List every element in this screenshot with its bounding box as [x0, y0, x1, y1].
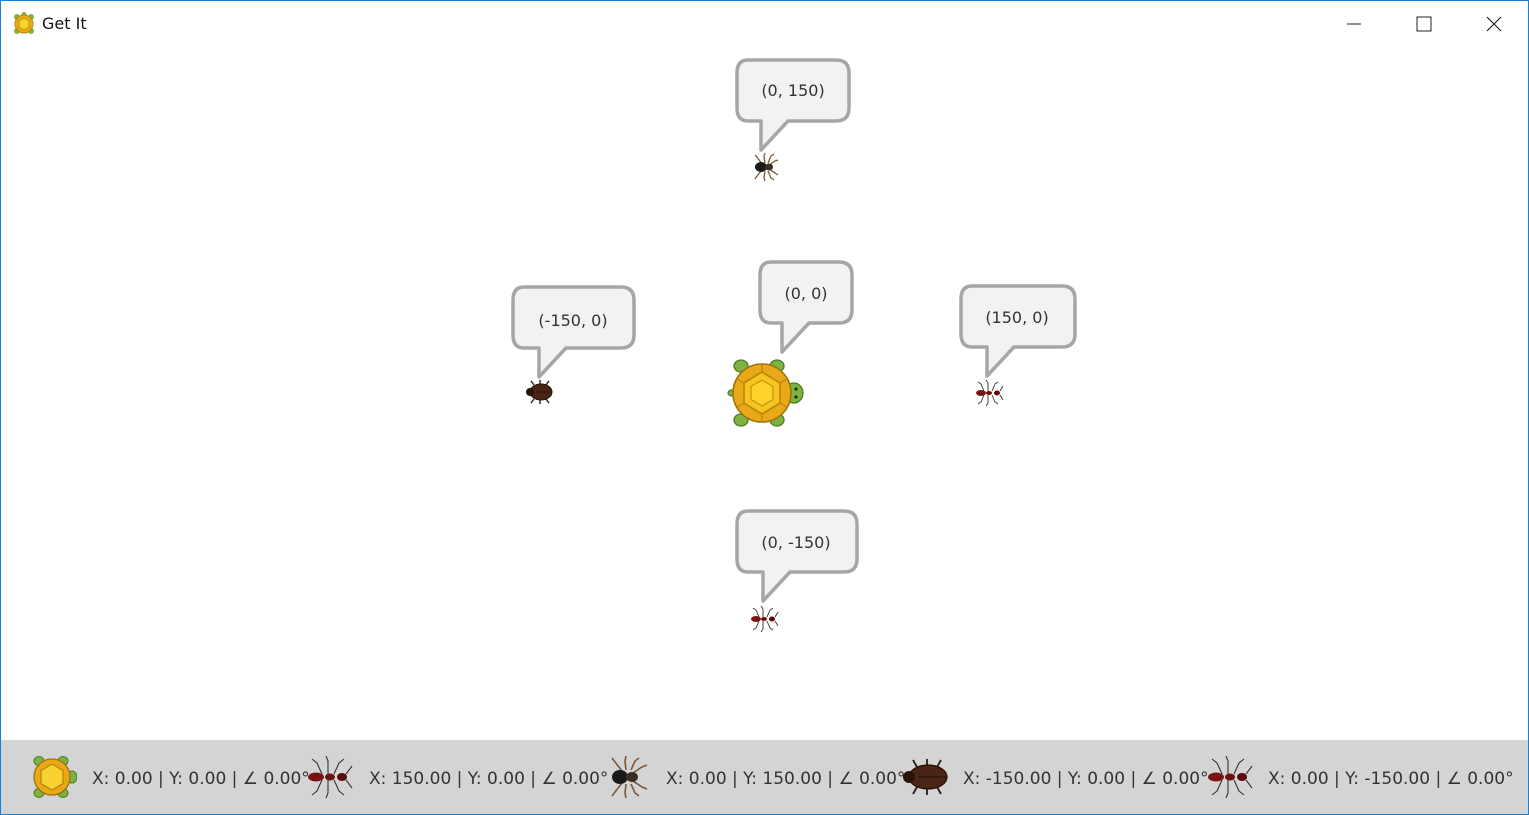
- ant-icon: [976, 379, 1004, 407]
- speech-bubble: (0, -150): [735, 509, 859, 605]
- status-bar: X: 0.00 | Y: 0.00 | ∠ 0.00° X: 150.00 | …: [1, 740, 1528, 814]
- turtle-app-icon: [12, 12, 36, 36]
- bubble-label: (0, -150): [761, 533, 831, 552]
- turtle-canvas: (0, 150) (-150, 0) (0, 0) (150, 0) (0, -…: [1, 46, 1528, 740]
- spider-sprite: [750, 152, 780, 186]
- turtle-icon: [727, 359, 804, 427]
- spider-icon: [604, 755, 652, 799]
- bubble-label: (-150, 0): [538, 311, 608, 330]
- speech-bubble: (0, 150): [735, 58, 851, 154]
- bubble-label: (0, 0): [784, 284, 828, 303]
- turtle-icon: [29, 755, 78, 799]
- beetle-status-text: X: -150.00 | Y: 0.00 | ∠ 0.00°: [963, 769, 1209, 789]
- maximize-icon: [1416, 16, 1432, 31]
- bubble-label: (0, 150): [761, 81, 825, 100]
- close-button[interactable]: [1459, 1, 1529, 46]
- speech-bubble: (0, 0): [758, 260, 854, 356]
- maximize-button[interactable]: [1389, 1, 1459, 46]
- ant-sprite: [749, 605, 781, 636]
- speech-bubble: (150, 0): [959, 284, 1077, 380]
- minimize-button[interactable]: [1319, 1, 1389, 46]
- close-icon: [1486, 16, 1502, 31]
- app-window: Get It (0, 150) (-150, 0) (0, 0) (150, 0…: [0, 0, 1529, 815]
- ant-icon: [751, 605, 779, 633]
- spider-icon: [754, 152, 779, 182]
- window-title: Get It: [42, 14, 87, 33]
- ant-icon: [306, 755, 354, 799]
- beetle-sprite: [524, 379, 558, 409]
- beetle-icon: [901, 755, 949, 799]
- spider-status-text: X: 0.00 | Y: 150.00 | ∠ 0.00°: [666, 769, 906, 789]
- speech-bubble: (-150, 0): [511, 285, 637, 381]
- ant-icon: [1206, 755, 1254, 799]
- turtle-status-text: X: 0.00 | Y: 0.00 | ∠ 0.00°: [92, 769, 310, 789]
- beetle-icon: [526, 380, 553, 404]
- turtle-sprite: [727, 358, 807, 432]
- bubble-label: (150, 0): [985, 308, 1049, 327]
- ant-status-text: X: 0.00 | Y: -150.00 | ∠ 0.00°: [1268, 769, 1514, 789]
- ant-sprite: [974, 379, 1006, 410]
- title-bar[interactable]: Get It: [1, 1, 1528, 46]
- ant-status-text: X: 150.00 | Y: 0.00 | ∠ 0.00°: [369, 769, 609, 789]
- minimize-icon: [1347, 23, 1361, 24]
